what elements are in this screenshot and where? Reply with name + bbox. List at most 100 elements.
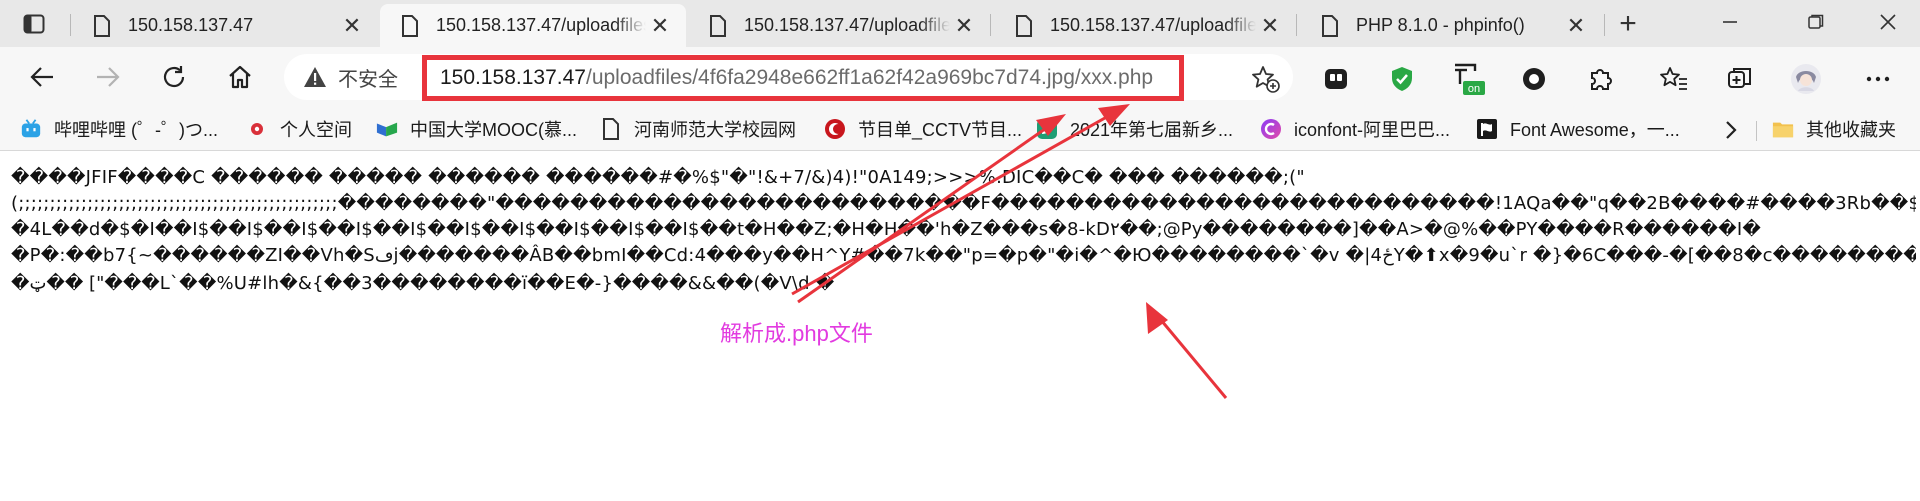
cctv-icon <box>824 118 846 140</box>
profile-button[interactable] <box>1786 59 1826 99</box>
favorite-mooc[interactable]: 中国大学MOOC(慕... <box>376 114 577 144</box>
favorite-label: 河南师范大学校园网 <box>634 120 796 140</box>
favorite-bilibili[interactable]: 哔哩哔哩 (゜-゜)つ... <box>20 114 228 144</box>
tab-2-active[interactable]: 150.158.137.47/uploadfiles/4f6fa2948e662… <box>380 4 686 47</box>
mooc-icon <box>376 118 398 140</box>
home-button[interactable] <box>220 59 260 95</box>
plus-icon: + <box>1619 7 1637 40</box>
tab-5[interactable]: PHP 8.1.0 - phpinfo() ✕ <box>1300 4 1602 47</box>
collections-button[interactable] <box>1720 59 1760 99</box>
tab-3[interactable]: 150.158.137.47/uploadfiles/4f6fa2948e662… <box>688 4 990 47</box>
raw-text-line: (;;;;;;;;;;;;;;;;;;;;;;;;;;;;;;;;;;;;;;;… <box>11 193 1916 214</box>
url-highlight-box <box>422 55 1184 101</box>
page-icon <box>1012 14 1036 38</box>
more-menu-button[interactable] <box>1858 59 1898 99</box>
forward-button[interactable] <box>88 59 128 95</box>
home-icon <box>229 65 251 89</box>
ghostery-extension-icon <box>1325 69 1347 89</box>
chevron-right-icon <box>1726 121 1737 139</box>
close-window-button[interactable] <box>1858 2 1918 42</box>
raw-text-line: ����JFIF����C ������ ����� ������ ������… <box>11 167 1305 188</box>
more-favorites-button[interactable] <box>1718 117 1744 143</box>
profile-avatar-icon <box>1791 64 1821 94</box>
security-indicator[interactable]: 不安全 <box>302 54 398 100</box>
tab-strip: 150.158.137.47 ✕ 150.158.137.47/uploadfi… <box>0 0 1920 47</box>
page-icon <box>398 14 422 38</box>
page-icon <box>90 14 114 38</box>
tab-actions-icon <box>23 14 45 34</box>
new-tab-button[interactable]: + <box>1610 6 1646 42</box>
close-icon[interactable]: ✕ <box>1256 12 1284 40</box>
tab-on-extension-button[interactable]: on <box>1448 59 1488 99</box>
page-icon <box>706 14 730 38</box>
favorite-label: 2021年第七届新乡... <box>1070 120 1234 140</box>
refresh-icon <box>163 66 185 88</box>
favorite-xinxiang-event[interactable]: 2021年第七届新乡... <box>1036 114 1233 144</box>
close-icon[interactable]: ✕ <box>1562 12 1590 40</box>
star-add-icon <box>1252 66 1280 93</box>
minimize-icon <box>1723 21 1737 23</box>
favorite-personal-space[interactable]: 个人空间 <box>246 114 352 144</box>
favorite-label: iconfont-阿里巴巴... <box>1294 120 1451 140</box>
raw-text-line: �4L��d�$�I��I$��I$��I$��I$��I$��I$��I$��… <box>11 219 1761 240</box>
close-icon[interactable]: ✕ <box>338 12 366 40</box>
restore-icon <box>1808 14 1824 29</box>
iconfont-icon <box>1260 118 1282 140</box>
page-content: ����JFIF����C ������ ����� ������ ������… <box>0 151 1920 501</box>
security-label: 不安全 <box>338 68 398 91</box>
refresh-button[interactable] <box>154 59 194 95</box>
favorite-henan-normal-university[interactable]: 河南师范大学校园网 <box>600 114 796 144</box>
collections-icon <box>1728 68 1751 88</box>
arrow-right-icon <box>97 67 120 87</box>
favorite-label: 中国大学MOOC(慕... <box>410 120 577 140</box>
favorite-label: Font Awesome，一... <box>1510 120 1680 140</box>
tab-title: 150.158.137.47/uploadfiles/4f6fa2948e662… <box>1050 15 1256 35</box>
favorite-label: 其他收藏夹 <box>1806 120 1896 140</box>
tab-title: 150.158.137.47/uploadfiles/4f6fa2948e662… <box>436 15 646 35</box>
page-icon <box>600 118 622 140</box>
back-button[interactable] <box>22 59 62 95</box>
tab-1[interactable]: 150.158.137.47 ✕ <box>72 4 378 47</box>
favorite-other-folder[interactable]: 其他收藏夹 <box>1772 114 1896 144</box>
favorite-font-awesome[interactable]: Font Awesome，一... <box>1476 114 1680 144</box>
more-menu-icon <box>1866 76 1890 82</box>
annotation-label: 解析成.php文件 <box>720 321 873 346</box>
close-icon[interactable]: ✕ <box>950 12 978 40</box>
close-icon <box>1880 14 1896 30</box>
adblock-extension-button[interactable] <box>1382 59 1422 99</box>
tab-title: 150.158.137.47/uploadfiles/4f6fa2948e662… <box>744 15 950 35</box>
raw-text-line: �P�:��b7{~������ZI��Vh�Sڡj�������ÂB��bmI… <box>11 245 1916 266</box>
favorite-label: 哔哩哔哩 (゜-゜)つ... <box>54 120 218 140</box>
warning-triangle-icon <box>302 64 328 90</box>
circle-record-icon <box>1523 68 1545 90</box>
favorite-label: 节目单_CCTV节目... <box>858 120 1023 140</box>
favorites-icon <box>1660 67 1687 90</box>
page-icon <box>1318 14 1342 38</box>
arrow-left-icon <box>30 67 53 87</box>
bilibili-icon <box>20 118 42 140</box>
adblock-shield-icon <box>1392 67 1412 91</box>
puzzle-extensions-icon <box>1591 69 1612 90</box>
tab-4[interactable]: 150.158.137.47/uploadfiles/4f6fa2948e662… <box>994 4 1296 47</box>
add-favorite-button[interactable] <box>1250 64 1280 94</box>
tab-title: 150.158.137.47 <box>128 15 254 35</box>
favorite-label: 个人空间 <box>280 120 352 140</box>
favorites-button[interactable] <box>1654 59 1694 99</box>
favorite-iconfont[interactable]: iconfont-阿里巴巴... <box>1260 114 1450 144</box>
font-awesome-icon <box>1476 118 1498 140</box>
close-icon[interactable]: ✕ <box>646 12 674 40</box>
minimize-button[interactable] <box>1700 2 1760 42</box>
tab-on-extension-icon: on <box>1455 63 1485 95</box>
svg-text:on: on <box>1468 83 1480 95</box>
favorites-bar: 哔哩哔哩 (゜-゜)つ... 个人空间 中国大学MOOC(慕... 河南师范大学… <box>0 107 1920 151</box>
record-extension-button[interactable] <box>1514 59 1554 99</box>
favorite-cctv[interactable]: 节目单_CCTV节目... <box>824 114 1022 144</box>
tab-title: PHP 8.1.0 - phpinfo() <box>1356 15 1525 35</box>
ghostery-extension-button[interactable] <box>1316 59 1356 99</box>
green-leaf-icon <box>1036 118 1058 140</box>
red-dot-icon <box>246 118 268 140</box>
folder-icon <box>1772 118 1794 140</box>
restore-button[interactable] <box>1786 2 1846 42</box>
tab-actions-button[interactable] <box>12 8 56 40</box>
extensions-button[interactable] <box>1580 59 1620 99</box>
